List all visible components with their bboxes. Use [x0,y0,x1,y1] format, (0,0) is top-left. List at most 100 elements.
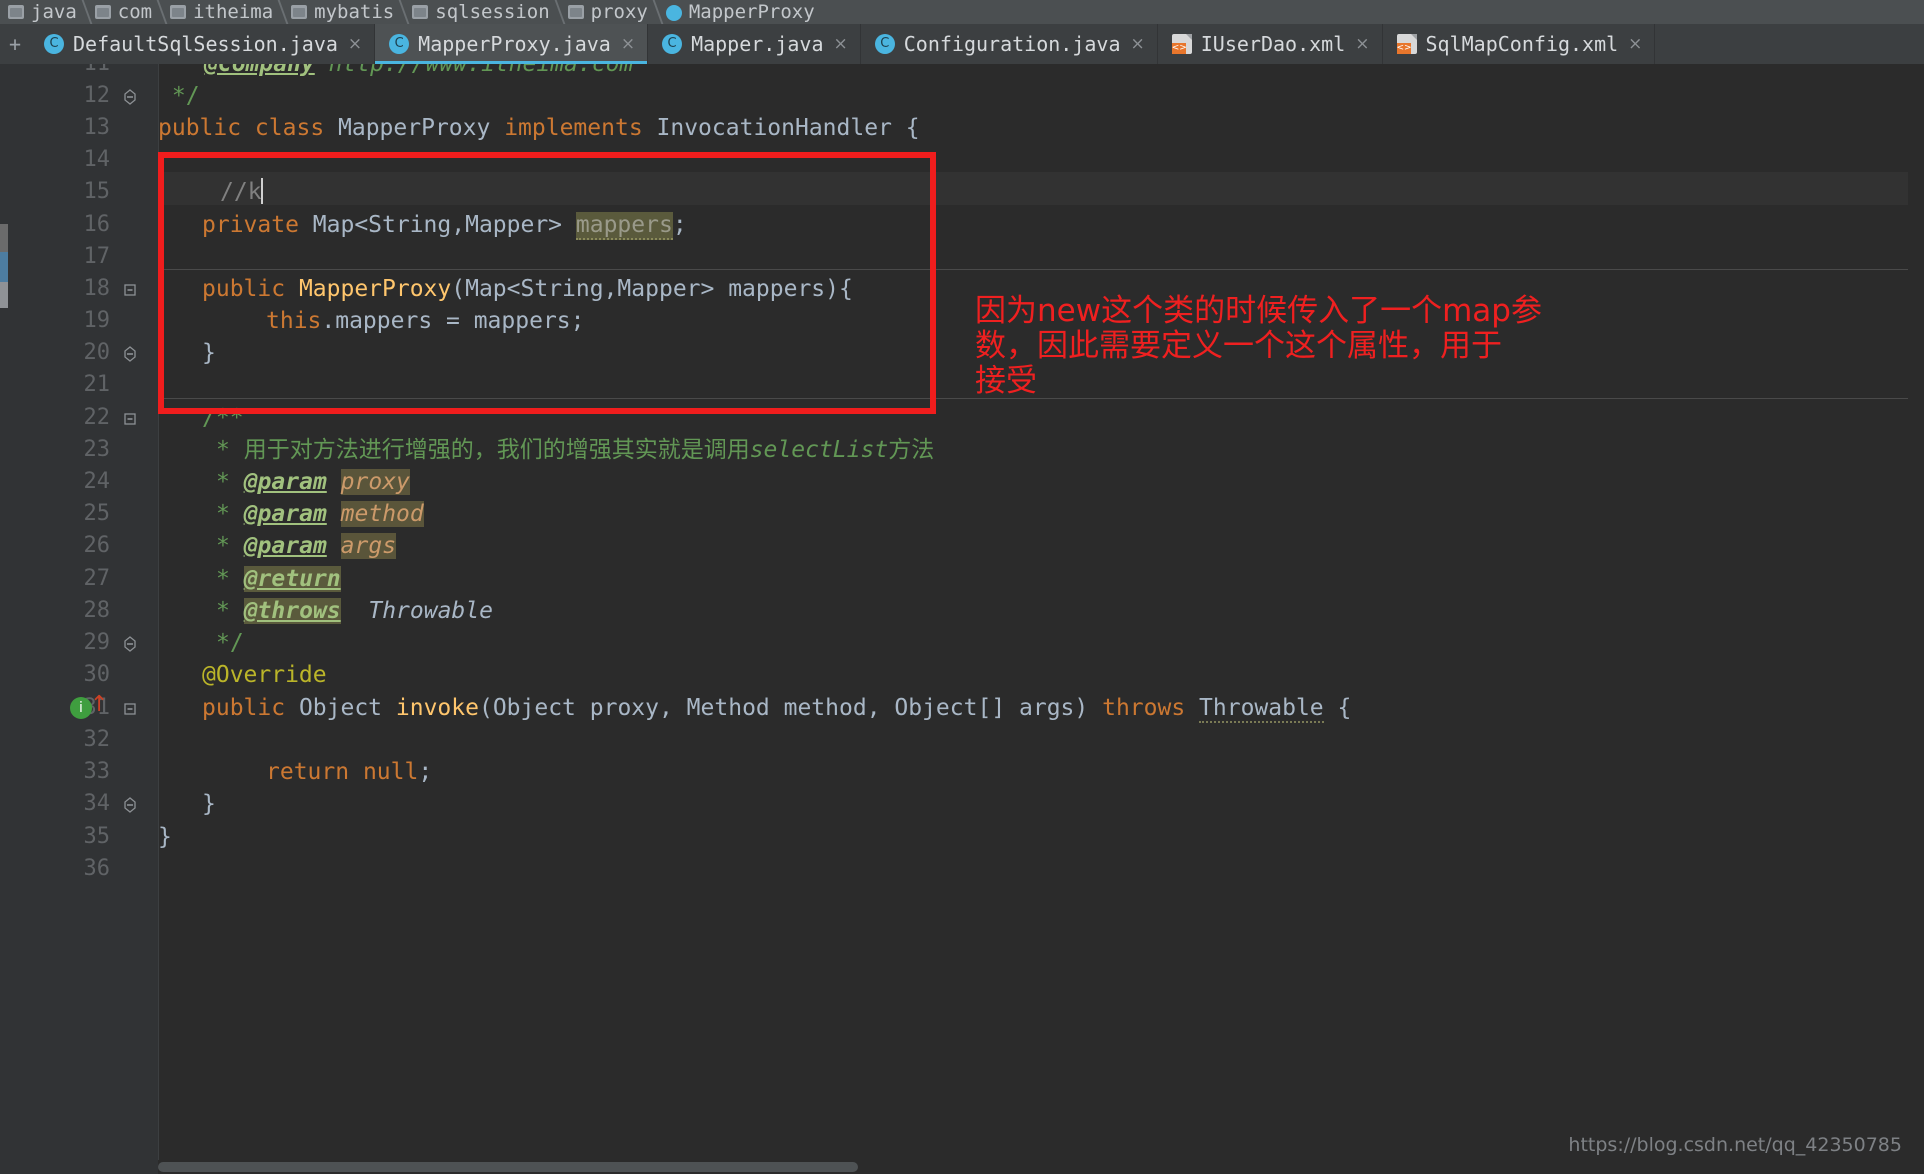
code-editor[interactable]: 11 12 13 14 15 16 17 18 19 20 [0,64,1924,1174]
line-number: 36 [83,856,111,881]
line-number: 18 [83,276,111,301]
code-line-24: * @param proxy [216,469,410,495]
editor-tab-bar: + C DefaultSqlSession.java × C MapperPro… [0,24,1924,65]
intention-bulb-icon[interactable]: i [70,697,92,719]
line-number: 35 [83,824,111,849]
class-icon [665,5,682,21]
javadoc-description-tail: 方法 [888,437,935,463]
javadoc-param-name-args: args [340,533,397,559]
line-number: 14 [83,147,111,172]
keyword-private: private [202,212,313,238]
line-number: 15 [83,179,111,204]
tab-label: IUserDao.xml [1200,32,1346,56]
tab-sqlmapconfig-xml[interactable]: SqlMapConfig.xml × [1382,24,1656,64]
javadoc-company-tag: @Company [204,64,315,77]
folder-icon [291,5,308,19]
keyword-public: public [202,695,299,721]
ide-screenshot: java com itheima mybatis sqlsession prox… [0,0,1924,1174]
folder-icon [94,5,111,19]
javadoc-method-ref: selectList [749,437,889,463]
constructor-params: (Map<String,Mapper> mappers){ [451,276,853,302]
folder-icon [567,5,584,19]
code-line-34: } [202,791,216,817]
code-line-20: } [202,340,216,366]
javadoc-throws-tag: @throws [243,598,341,624]
editor-left-stripe [0,64,8,1174]
code-line-22: /** [202,405,244,431]
code-line-31: public Object invoke(Object proxy, Metho… [202,692,1351,724]
folder-icon [412,5,429,19]
fold-icon[interactable] [120,402,140,434]
line-number: 34 [83,791,111,816]
keyword-this: this [266,308,322,334]
tab-defaultsqlsession-java[interactable]: C DefaultSqlSession.java × [30,24,376,64]
javadoc-url: http://www.itheima.com [328,64,634,77]
breadcrumb-item-sqlsession[interactable]: sqlsession [404,0,559,24]
fold-icon[interactable] [120,273,140,305]
xml-file-icon [1396,34,1417,54]
tab-gutter-plus-icon: + [0,24,30,64]
tab-configuration-java[interactable]: C Configuration.java × [860,24,1158,64]
fold-icon[interactable] [120,627,140,659]
breadcrumb: java com itheima mybatis sqlsession prox… [0,0,1924,25]
tab-mapper-java[interactable]: C Mapper.java × [648,24,861,64]
line-number: 29 [83,630,111,655]
line-number: 20 [83,340,111,365]
line-number: 23 [83,437,111,462]
annotation-line-3: 接受 [975,363,1037,399]
breadcrumb-label: com [117,1,153,23]
tab-mapperproxy-java[interactable]: C MapperProxy.java × [375,24,649,64]
horizontal-scrollbar-thumb[interactable] [158,1162,858,1172]
close-icon[interactable]: × [1355,34,1369,54]
breadcrumb-label: mybatis [314,1,395,23]
brace: { [1323,695,1352,721]
breadcrumb-item-mybatis[interactable]: mybatis [283,0,404,24]
breadcrumb-item-java[interactable]: java [0,0,87,24]
code-line-29: */ [216,630,244,656]
breadcrumb-item-com[interactable]: com [87,0,162,24]
breadcrumb-label: sqlsession [435,1,550,23]
breadcrumb-label: MapperProxy [688,1,815,23]
code-line-30: @Override [202,662,327,688]
java-class-icon: C [662,34,683,54]
tab-label: MapperProxy.java [418,32,611,56]
close-icon[interactable]: × [348,34,362,54]
line-number: 30 [83,662,111,687]
javadoc-param-name-proxy: proxy [340,469,410,495]
java-class-icon: C [874,34,895,54]
breadcrumb-item-itheima[interactable]: itheima [162,0,283,24]
close-icon[interactable]: × [834,34,848,54]
code-line-11: @Company http://www.itheima.com [204,64,633,80]
line-number-gutter: 11 12 13 14 15 16 17 18 19 20 [8,64,159,1174]
method-name-invoke: invoke [395,695,479,721]
java-class-icon: C [44,34,64,54]
javadoc-param-tag: @param [243,469,327,495]
close-icon[interactable]: × [1131,34,1145,54]
semicolon: ; [672,212,687,238]
fold-icon[interactable] [120,80,140,112]
breadcrumb-item-proxy[interactable]: proxy [560,0,658,24]
fold-icon[interactable] [120,692,140,724]
keyword-null: null [362,759,419,785]
member-separator [158,269,1924,270]
line-number: 12 [83,83,111,108]
line-number: 11 [50,64,111,80]
javadoc-param-name-method: method [340,501,424,527]
vertical-scrollbar[interactable] [1908,64,1924,1174]
breadcrumb-label: java [31,1,77,23]
close-icon[interactable]: × [621,34,635,54]
fold-icon[interactable] [120,337,140,369]
line-number: 32 [83,727,111,752]
tab-label: DefaultSqlSession.java [73,32,338,56]
close-icon[interactable]: × [1628,34,1642,54]
code-content[interactable]: @Company http://www.itheima.com */ publi… [158,64,1924,1174]
fold-icon[interactable] [120,788,140,820]
method-params: (Object proxy, Method method, Object[] a… [478,695,1103,721]
code-line-19: this.mappers = mappers; [266,305,585,337]
implementing-method-arrow-icon[interactable]: ↑ [90,694,108,716]
tab-iuserdao-xml[interactable]: IUserDao.xml × [1157,24,1383,64]
line-number: 17 [83,244,111,269]
horizontal-scrollbar[interactable] [158,1160,1908,1174]
line-number: 16 [83,212,111,237]
breadcrumb-item-mapperproxy[interactable]: MapperProxy [658,0,825,24]
